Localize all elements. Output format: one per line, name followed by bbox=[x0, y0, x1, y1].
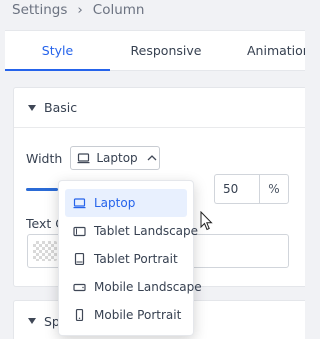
mobile-landscape-icon bbox=[73, 283, 86, 291]
text-color-label: Text Color bbox=[26, 216, 58, 231]
laptop-icon bbox=[73, 197, 86, 208]
breadcrumb-separator: › bbox=[77, 2, 83, 18]
device-option-label: Laptop bbox=[94, 196, 136, 210]
settings-tabs: Style Responsive Animation bbox=[5, 30, 305, 71]
tab-style[interactable]: Style bbox=[5, 31, 110, 71]
collapse-triangle-icon bbox=[28, 104, 36, 111]
device-option-mobile-landscape[interactable]: Mobile Landscape bbox=[65, 273, 202, 301]
color-swatch[interactable] bbox=[33, 241, 57, 261]
collapse-triangle-icon bbox=[28, 318, 36, 324]
device-option-laptop[interactable]: Laptop bbox=[65, 189, 187, 217]
tab-animation[interactable]: Animation bbox=[222, 31, 305, 71]
tablet-landscape-icon bbox=[73, 226, 86, 236]
device-option-label: Mobile Landscape bbox=[94, 280, 202, 294]
basic-panel-title: Basic bbox=[44, 100, 78, 115]
mobile-portrait-icon bbox=[75, 309, 84, 321]
mouse-cursor-icon bbox=[200, 211, 213, 231]
width-label: Width bbox=[26, 150, 63, 166]
device-select[interactable]: Laptop bbox=[70, 146, 161, 170]
width-slider[interactable] bbox=[26, 188, 58, 191]
breadcrumb-settings[interactable]: Settings bbox=[12, 2, 67, 18]
device-dropdown-menu: Laptop Tablet Landscape Tablet Portrait … bbox=[58, 180, 202, 336]
width-row: Width Laptop bbox=[26, 146, 161, 170]
device-option-tablet-landscape[interactable]: Tablet Landscape bbox=[65, 217, 198, 245]
breadcrumb-column: Column bbox=[92, 2, 145, 18]
breadcrumb: Settings › Column bbox=[0, 0, 305, 24]
tab-responsive[interactable]: Responsive bbox=[110, 31, 222, 71]
device-option-label: Tablet Landscape bbox=[94, 224, 199, 238]
laptop-icon bbox=[77, 152, 90, 163]
device-option-mobile-portrait[interactable]: Mobile Portrait bbox=[65, 301, 187, 329]
device-option-label: Mobile Portrait bbox=[94, 308, 182, 322]
basic-panel-header[interactable]: Basic bbox=[14, 88, 305, 128]
width-value-input[interactable]: 50 bbox=[214, 174, 259, 204]
width-unit-select[interactable]: % bbox=[259, 174, 289, 204]
device-option-tablet-portrait[interactable]: Tablet Portrait bbox=[65, 245, 187, 273]
chevron-up-icon bbox=[147, 155, 157, 161]
device-select-value: Laptop bbox=[96, 151, 138, 165]
tablet-portrait-icon bbox=[74, 253, 85, 265]
device-option-label: Tablet Portrait bbox=[94, 252, 178, 266]
